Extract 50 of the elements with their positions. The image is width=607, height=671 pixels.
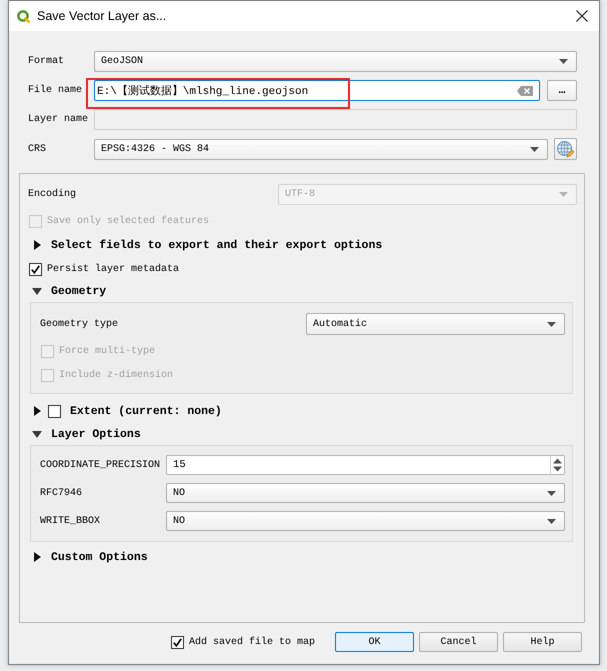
caret-right-icon[interactable] bbox=[34, 406, 40, 416]
field-label: File name bbox=[28, 85, 84, 96]
caret-right-icon[interactable] bbox=[34, 552, 40, 562]
field-label: Layer name bbox=[28, 114, 90, 125]
dropdown[interactable]: NO bbox=[166, 483, 565, 503]
checkbox[interactable] bbox=[29, 262, 42, 276]
crs-select-button[interactable] bbox=[554, 138, 577, 160]
spin-box[interactable]: 15 bbox=[166, 455, 565, 475]
file-path-field[interactable]: E:\【测试数据】\mlshg_line.geojson bbox=[94, 80, 540, 101]
field-label: Geometry type bbox=[40, 318, 120, 330]
caret-down-icon bbox=[547, 322, 556, 326]
dropdown[interactable]: Automatic bbox=[306, 313, 565, 335]
field-label: Encoding bbox=[28, 189, 78, 200]
checkbox[interactable] bbox=[48, 404, 61, 418]
window-title: Save Vector Layer as... bbox=[37, 9, 168, 23]
dropdown[interactable]: GeoJSON bbox=[94, 51, 577, 72]
caret-right-icon[interactable] bbox=[34, 240, 40, 250]
section-header[interactable]: Select fields to export and their export options bbox=[51, 238, 382, 252]
checkbox[interactable] bbox=[170, 636, 184, 648]
app-logo-icon bbox=[17, 10, 30, 22]
dialog-button[interactable]: Cancel bbox=[419, 632, 498, 652]
section-header[interactable]: Extent (current: none) bbox=[70, 404, 222, 418]
caret-down-icon bbox=[547, 490, 556, 496]
field-label: Format bbox=[28, 56, 66, 67]
checkbox-label[interactable]: Add saved file to map bbox=[188, 636, 315, 648]
caret-down-icon bbox=[559, 192, 568, 197]
caret-down-icon bbox=[547, 518, 556, 524]
dialog-button[interactable]: OK bbox=[335, 632, 414, 652]
section-header[interactable]: Layer Options bbox=[51, 428, 141, 440]
dialog-button[interactable]: Help bbox=[503, 632, 582, 652]
browse-button[interactable]: … bbox=[547, 80, 577, 101]
caret-down-icon[interactable] bbox=[32, 430, 42, 438]
globe-icon bbox=[557, 140, 574, 158]
section-header[interactable]: Custom Options bbox=[51, 550, 148, 564]
dropdown[interactable]: NO bbox=[166, 511, 565, 531]
checkbox-label[interactable]: Persist layer metadata bbox=[47, 264, 180, 274]
section-header[interactable]: Geometry bbox=[51, 284, 106, 298]
checkmark-icon bbox=[31, 264, 40, 274]
field-label: CRS bbox=[28, 144, 48, 154]
field-label: COORDINATE_PRECISION bbox=[40, 460, 160, 470]
caret-down-icon bbox=[559, 59, 568, 64]
close-icon[interactable] bbox=[576, 10, 588, 22]
caret-down-icon bbox=[530, 146, 539, 152]
field-label: WRITE_BBOX bbox=[40, 516, 102, 526]
dropdown[interactable]: EPSG:4326 - WGS 84 bbox=[94, 138, 548, 160]
caret-down-icon[interactable] bbox=[32, 288, 42, 294]
field-label: RFC7946 bbox=[40, 488, 84, 498]
spin-arrows-icon[interactable] bbox=[553, 458, 562, 472]
checkmark-icon bbox=[172, 638, 182, 646]
clear-icon[interactable] bbox=[517, 86, 533, 96]
